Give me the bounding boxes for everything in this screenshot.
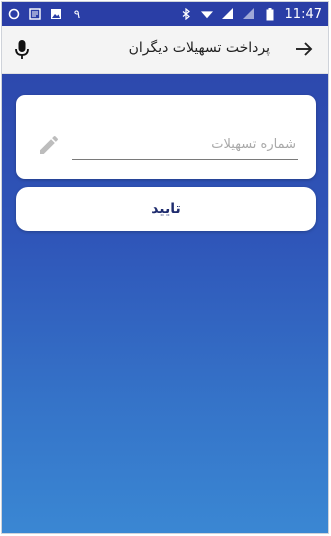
status-bar: ۹ 11:47 — [2, 2, 328, 26]
wifi-icon — [200, 8, 213, 20]
confirm-button[interactable]: تایید — [16, 187, 316, 231]
status-bar-right: 11:47 — [180, 7, 322, 22]
facility-number-input[interactable] — [72, 130, 298, 159]
clock: 11:47 — [284, 6, 322, 22]
app-bar: پرداخت تسهیلات دیگران — [2, 26, 328, 74]
facility-number-card — [16, 95, 316, 179]
signal-icon — [221, 8, 234, 20]
app-screen: ۹ 11:47 پرداخت تسهیلات دیگران شماره تسهی… — [1, 1, 329, 534]
notes-icon — [29, 8, 41, 20]
signal-icon-secondary — [242, 8, 255, 20]
back-arrow-icon[interactable] — [294, 39, 314, 59]
page-title: پرداخت تسهیلات دیگران — [128, 40, 270, 56]
battery-icon — [264, 7, 276, 20]
facility-number-field — [72, 130, 298, 160]
image-icon — [50, 8, 62, 20]
sync-icon — [8, 8, 20, 20]
status-bar-left: ۹ — [8, 7, 83, 21]
pencil-icon — [37, 133, 61, 157]
mic-icon[interactable] — [14, 39, 30, 61]
bluetooth-icon — [180, 8, 192, 20]
notification-9-icon: ۹ — [73, 7, 81, 21]
